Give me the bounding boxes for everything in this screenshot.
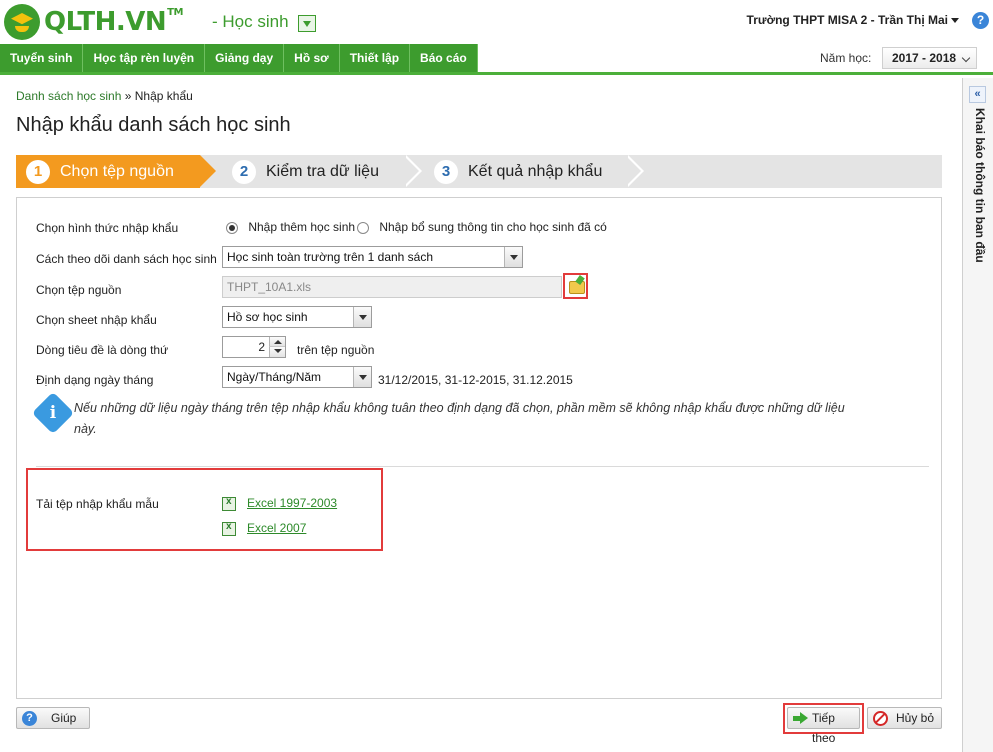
app-module-name: - Học sinh bbox=[212, 12, 289, 31]
date-format-select[interactable]: Ngày/Tháng/Năm bbox=[222, 366, 372, 388]
step-arrow bbox=[200, 155, 216, 187]
radio-unselected[interactable] bbox=[357, 221, 369, 234]
nav-item-giang-day[interactable]: Giảng dạy bbox=[205, 44, 285, 72]
help-button[interactable]: ? Giúp bbox=[16, 707, 90, 729]
breadcrumb-separator: » bbox=[121, 89, 135, 103]
nav-item-bao-cao[interactable]: Báo cáo bbox=[410, 44, 478, 72]
nav-item-thiet-lap[interactable]: Thiết lập bbox=[339, 44, 411, 72]
help-icon[interactable]: ? bbox=[972, 12, 989, 29]
date-format-note: Nếu những dữ liệu ngày tháng trên tệp nh… bbox=[74, 401, 845, 436]
template-excel-2003-link[interactable]: Excel 1997-2003 bbox=[247, 496, 337, 510]
tracking-select[interactable]: Học sinh toàn trường trên 1 danh sách bbox=[222, 246, 523, 268]
chevron-down-icon bbox=[353, 367, 371, 387]
page-title: Nhập khẩu danh sách học sinh bbox=[16, 114, 291, 136]
tracking-label: Cách theo dõi danh sách học sinh bbox=[36, 252, 217, 266]
app-header: QLTH.VNTM - Học sinh Trường THPT MISA 2 … bbox=[0, 0, 993, 44]
source-file-input[interactable]: THPT_10A1.xls bbox=[222, 276, 562, 298]
cancel-icon bbox=[873, 711, 888, 726]
excel-icon bbox=[222, 496, 236, 511]
nav-item-ho-so[interactable]: Hồ sơ bbox=[284, 44, 340, 72]
header-row-label: Dòng tiêu đề là dòng thứ bbox=[36, 343, 169, 357]
wizard-steps: 1 Chọn tệp nguồn 2 Kiểm tra dữ liệu 3 Kết q… bbox=[16, 155, 942, 188]
chevron-down-icon bbox=[504, 247, 522, 267]
chevron-down-icon bbox=[961, 53, 971, 63]
nav-item-tuyen-sinh[interactable]: Tuyển sinh bbox=[0, 44, 84, 72]
collapse-icon[interactable]: « bbox=[969, 86, 986, 103]
browse-folder-icon[interactable] bbox=[569, 281, 585, 294]
template-label: Tải tệp nhập khẩu mẫu bbox=[36, 497, 159, 511]
help-icon: ? bbox=[22, 711, 37, 726]
sheet-label: Chọn sheet nhập khẩu bbox=[36, 313, 157, 327]
cancel-button[interactable]: Hủy bỏ bbox=[867, 707, 942, 729]
graduation-cap-logo-icon bbox=[4, 4, 40, 40]
caret-down-icon bbox=[951, 18, 959, 24]
import-option-update[interactable]: Nhập bổ sung thông tin cho học sinh đã c… bbox=[357, 220, 607, 234]
sheet-select[interactable]: Hồ sơ học sinh bbox=[222, 306, 372, 328]
date-format-label: Định dạng ngày tháng bbox=[36, 373, 154, 387]
date-format-example: 31/12/2015, 31-12-2015, 31.12.2015 bbox=[378, 373, 573, 387]
import-form-panel: Chọn hình thức nhập khẩu Nhập thêm học s… bbox=[16, 197, 942, 699]
step-ket-qua-nhap-khau: 3 Kết quả nhập khẩu bbox=[434, 155, 624, 188]
header-row-stepper[interactable]: 2 bbox=[222, 336, 286, 358]
breadcrumb: Danh sách học sinh » Nhập khẩu bbox=[16, 89, 193, 103]
step-chon-tep-nguon: 1 Chọn tệp nguồn bbox=[16, 155, 200, 188]
school-year-label: Năm học: bbox=[820, 51, 872, 65]
divider bbox=[36, 466, 929, 467]
stepper-up-icon[interactable] bbox=[269, 337, 285, 347]
module-dropdown-button[interactable] bbox=[298, 15, 316, 32]
side-panel: « Khai báo thông tin ban đầu bbox=[962, 78, 993, 752]
stepper-down-icon[interactable] bbox=[269, 347, 285, 357]
breadcrumb-current: Nhập khẩu bbox=[134, 89, 193, 103]
import-type-label: Chọn hình thức nhập khẩu bbox=[36, 221, 179, 235]
main-nav: Tuyển sinh Học tập rèn luyện Giảng dạy H… bbox=[0, 44, 993, 75]
info-glyph: i bbox=[49, 403, 57, 423]
next-button[interactable]: Tiếp theo bbox=[787, 707, 860, 745]
arrow-right-icon bbox=[793, 711, 808, 726]
radio-selected[interactable] bbox=[226, 221, 238, 234]
side-panel-title[interactable]: Khai báo thông tin ban đầu bbox=[973, 108, 987, 263]
step-kiem-tra-du-lieu: 2 Kiểm tra dữ liệu bbox=[232, 155, 402, 188]
import-option-new[interactable]: Nhập thêm học sinh bbox=[226, 220, 355, 234]
excel-icon bbox=[222, 521, 236, 536]
main-content: Danh sách học sinh » Nhập khẩu Nhập khẩu… bbox=[0, 78, 960, 752]
breadcrumb-link-danh-sach-hoc-sinh[interactable]: Danh sách học sinh bbox=[16, 89, 121, 103]
user-menu[interactable]: Trường THPT MISA 2 - Trần Thị Mai bbox=[747, 13, 959, 27]
school-year-select[interactable]: 2017 - 2018 bbox=[882, 47, 977, 69]
chevron-down-icon bbox=[353, 307, 371, 327]
nav-item-hoc-tap-ren-luyen[interactable]: Học tập rèn luyện bbox=[83, 44, 206, 72]
step-arrow bbox=[625, 155, 641, 187]
step-arrow bbox=[403, 155, 419, 187]
logo-text: QLTH.VNTM bbox=[44, 7, 183, 37]
header-row-suffix: trên tệp nguồn bbox=[297, 343, 375, 357]
template-excel-2007-link[interactable]: Excel 2007 bbox=[247, 521, 306, 535]
source-file-label: Chọn tệp nguồn bbox=[36, 283, 122, 297]
app-logo[interactable]: QLTH.VNTM bbox=[4, 4, 183, 40]
